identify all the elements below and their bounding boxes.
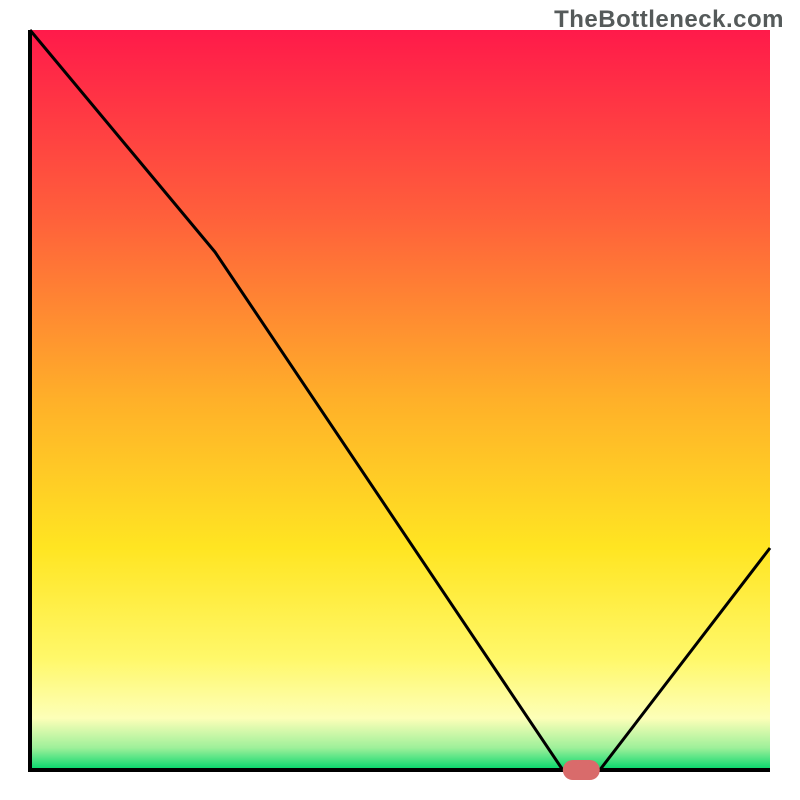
watermark-text: TheBottleneck.com [554,6,784,34]
plot-background [30,30,770,770]
chart-container: TheBottleneck.com [0,0,800,800]
chart-svg [0,0,800,800]
optimal-marker [563,760,600,780]
